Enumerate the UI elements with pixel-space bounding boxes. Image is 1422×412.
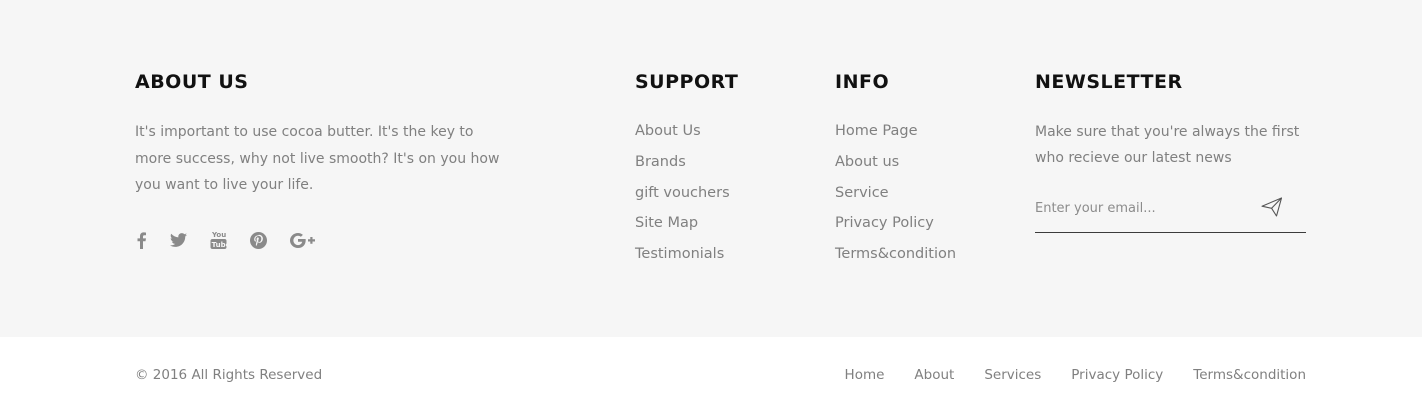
copyright-text: © 2016 All Rights Reserved — [135, 367, 323, 383]
paper-plane-icon — [1261, 197, 1283, 217]
bottom-nav-home[interactable]: Home — [845, 366, 885, 384]
info-column: INFO Home Page About us Service Privacy … — [835, 70, 1025, 276]
support-links: About Us Brands gift vouchers Site Map T… — [635, 122, 815, 276]
support-link-site-map[interactable]: Site Map — [635, 214, 815, 245]
newsletter-email-input[interactable] — [1035, 195, 1250, 221]
newsletter-text: Make sure that you're always the first w… — [1035, 124, 1300, 166]
bottom-nav: Home About Services Privacy Policy Terms… — [845, 366, 1306, 384]
support-link-testimonials[interactable]: Testimonials — [635, 245, 815, 276]
info-heading: INFO — [835, 71, 890, 93]
svg-text:You: You — [211, 231, 226, 239]
footer-top: ABOUT US It's important to use cocoa but… — [0, 0, 1422, 337]
google-plus-icon[interactable] — [289, 230, 315, 250]
bottom-nav-about[interactable]: About — [914, 366, 954, 384]
info-link-service[interactable]: Service — [835, 184, 1025, 215]
support-heading: SUPPORT — [635, 71, 739, 93]
about-text: It's important to use cocoa butter. It's… — [135, 124, 500, 193]
pinterest-icon[interactable] — [249, 230, 267, 250]
support-link-brands[interactable]: Brands — [635, 153, 815, 184]
bottom-nav-privacy-policy[interactable]: Privacy Policy — [1071, 366, 1163, 384]
newsletter-form — [1035, 191, 1306, 233]
newsletter-heading: NEWSLETTER — [1035, 71, 1183, 93]
bottom-nav-terms-condition[interactable]: Terms&condition — [1193, 366, 1306, 384]
support-column: SUPPORT About Us Brands gift vouchers Si… — [635, 70, 815, 276]
about-column: ABOUT US It's important to use cocoa but… — [135, 70, 515, 249]
info-link-home-page[interactable]: Home Page — [835, 122, 1025, 153]
info-link-privacy-policy[interactable]: Privacy Policy — [835, 214, 1025, 245]
support-link-about-us[interactable]: About Us — [635, 122, 815, 153]
facebook-icon[interactable] — [135, 230, 147, 250]
newsletter-column: NEWSLETTER Make sure that you're always … — [1035, 70, 1306, 233]
info-link-terms-condition[interactable]: Terms&condition — [835, 245, 1025, 276]
twitter-icon[interactable] — [169, 230, 187, 250]
youtube-icon[interactable]: You Tube — [209, 230, 227, 250]
svg-text:Tube: Tube — [211, 241, 226, 249]
info-links: Home Page About us Service Privacy Polic… — [835, 122, 1025, 276]
about-heading: ABOUT US — [135, 71, 249, 93]
support-link-gift-vouchers[interactable]: gift vouchers — [635, 184, 815, 215]
newsletter-send-button[interactable] — [1260, 196, 1284, 218]
footer-bottom: © 2016 All Rights Reserved Home About Se… — [0, 337, 1422, 412]
bottom-nav-services[interactable]: Services — [984, 366, 1041, 384]
info-link-about-us[interactable]: About us — [835, 153, 1025, 184]
